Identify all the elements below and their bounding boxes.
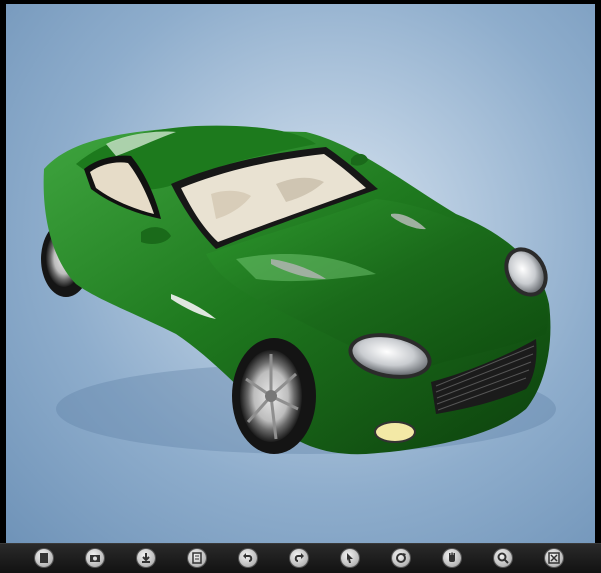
redo-icon bbox=[294, 553, 304, 562]
rotate-button[interactable] bbox=[392, 549, 410, 567]
undo-icon bbox=[243, 553, 253, 562]
print-button[interactable] bbox=[188, 549, 206, 567]
rotate-icon bbox=[396, 553, 406, 563]
fit-view-icon bbox=[548, 552, 560, 564]
3d-viewport[interactable] bbox=[6, 4, 595, 543]
viewer-toolbar bbox=[0, 543, 601, 573]
fog-light bbox=[374, 421, 416, 443]
open-icon bbox=[90, 555, 100, 562]
viewer-window bbox=[0, 0, 601, 573]
select-button[interactable] bbox=[341, 549, 359, 567]
select-cursor-icon bbox=[347, 553, 353, 563]
new-document-button[interactable] bbox=[35, 549, 53, 567]
front-wheel bbox=[232, 338, 316, 454]
undo-button[interactable] bbox=[239, 549, 257, 567]
fit-view-button[interactable] bbox=[545, 549, 563, 567]
document-icon bbox=[40, 553, 48, 563]
redo-button[interactable] bbox=[290, 549, 308, 567]
zoom-button[interactable] bbox=[494, 549, 512, 567]
pan-button[interactable] bbox=[443, 549, 461, 567]
open-button[interactable] bbox=[86, 549, 104, 567]
car-model[interactable] bbox=[6, 4, 595, 543]
zoom-icon bbox=[497, 552, 509, 564]
download-icon bbox=[142, 553, 150, 563]
download-button[interactable] bbox=[137, 549, 155, 567]
pan-hand-icon bbox=[449, 552, 455, 562]
print-icon bbox=[192, 552, 202, 564]
